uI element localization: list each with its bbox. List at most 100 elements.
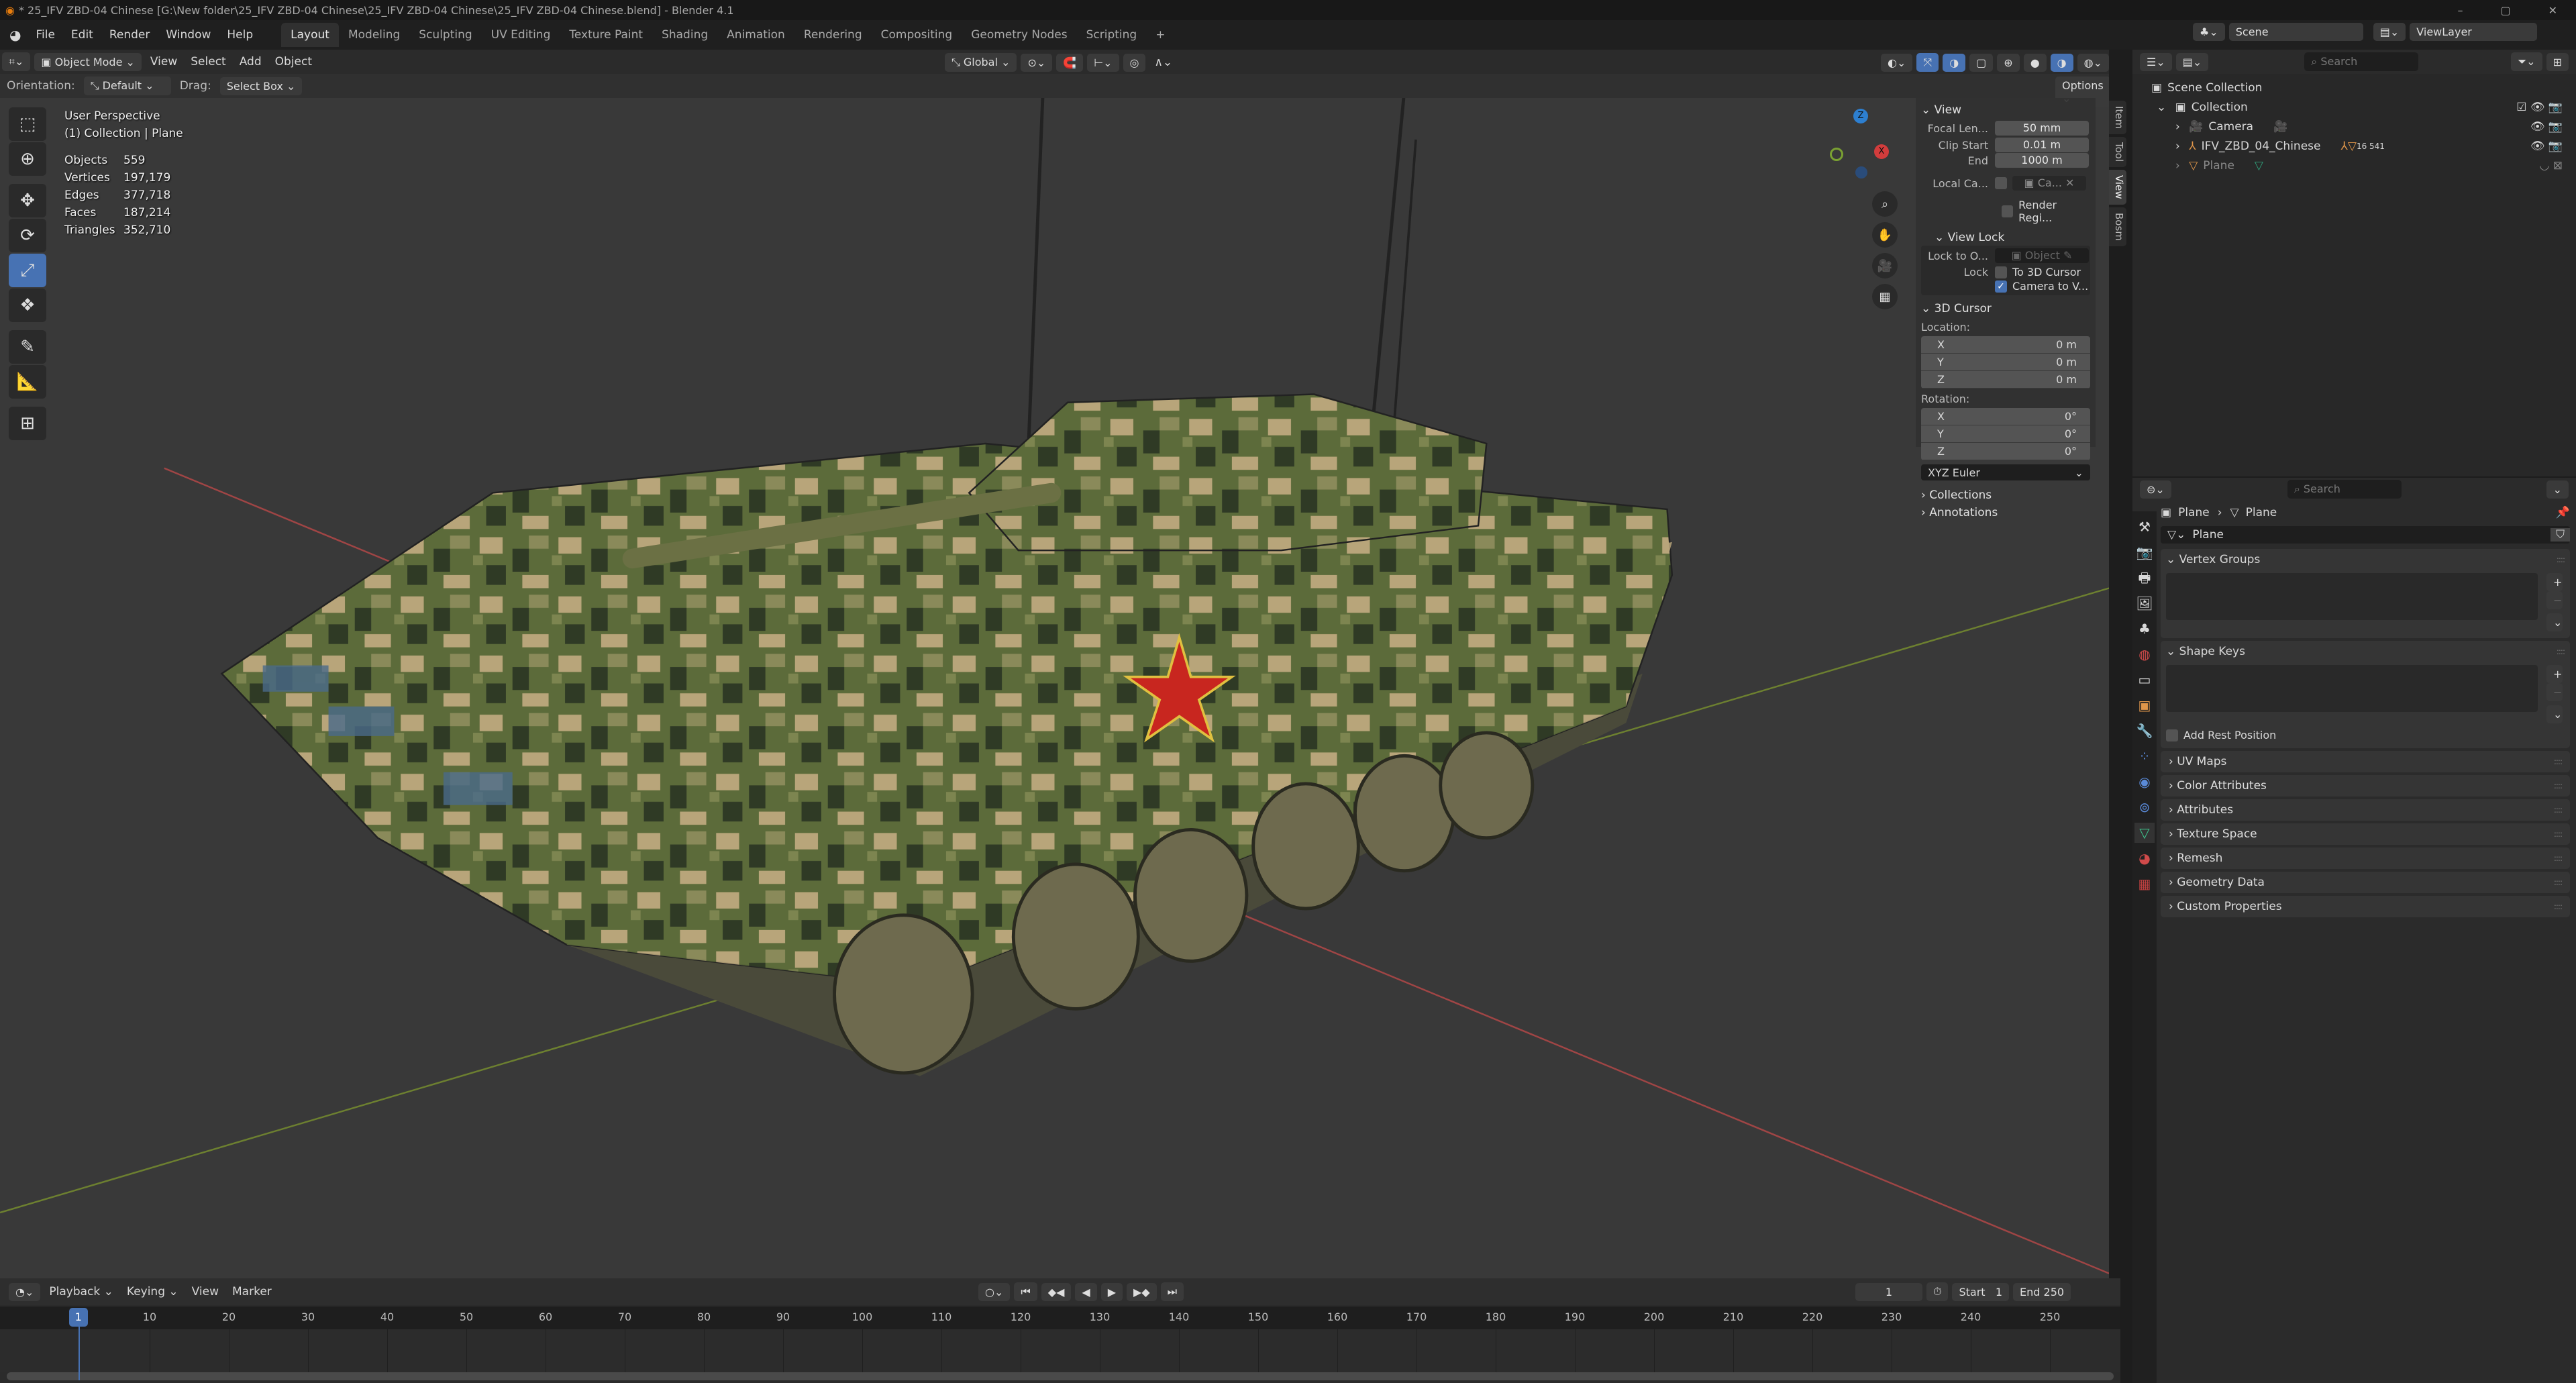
- location-z[interactable]: Z 0 m: [1921, 371, 2090, 389]
- menu-render[interactable]: Render: [101, 28, 158, 42]
- menu-edit[interactable]: Edit: [63, 28, 101, 42]
- gizmo-y[interactable]: [1830, 148, 1843, 161]
- tab-compositing[interactable]: Compositing: [872, 23, 962, 47]
- zoom-icon[interactable]: ⌕: [1872, 191, 1898, 217]
- material-tab-icon[interactable]: ◕: [2134, 848, 2155, 868]
- end-frame-field[interactable]: End 250: [2013, 1282, 2071, 1301]
- local-camera-checkbox[interactable]: [1995, 177, 2007, 189]
- play-reverse-button[interactable]: ◀: [1075, 1282, 1097, 1301]
- rotation-mode-dropdown[interactable]: XYZ Euler ⌄: [1921, 464, 2090, 480]
- cursor-tool[interactable]: ⊕: [9, 142, 46, 176]
- jump-start-button[interactable]: ⏮: [1014, 1282, 1037, 1301]
- texture-tab-icon[interactable]: ▦: [2134, 874, 2155, 894]
- constraints-tab-icon[interactable]: ⊚: [2134, 797, 2155, 817]
- menu-playback[interactable]: Playback ⌄: [42, 1285, 120, 1298]
- shape-keys-header[interactable]: ⌄ Shape Keys::::: [2166, 645, 2565, 658]
- gizmo-z[interactable]: Z: [1853, 109, 1868, 123]
- close-button[interactable]: ✕: [2530, 4, 2576, 17]
- tab-modeling[interactable]: Modeling: [339, 23, 409, 47]
- blender-menu-icon[interactable]: ◕: [0, 27, 28, 43]
- tab-rendering[interactable]: Rendering: [794, 23, 872, 47]
- vertex-groups-header[interactable]: ⌄ Vertex Groups::::: [2166, 553, 2565, 566]
- shape-key-menu-button[interactable]: ⌄: [2546, 705, 2563, 723]
- new-collection-icon[interactable]: ⊞: [2546, 52, 2569, 71]
- tab-item[interactable]: Item: [2109, 101, 2126, 135]
- panel-color-attributes[interactable]: › Color Attributes::::: [2161, 775, 2570, 797]
- tab-view[interactable]: View: [2109, 170, 2126, 205]
- editor-type-button[interactable]: ☰⌄: [2140, 52, 2172, 71]
- proportional-edit-toggle[interactable]: ◎: [1123, 53, 1146, 72]
- snap-toggle[interactable]: 🧲: [1056, 53, 1084, 72]
- panel-uv-maps[interactable]: › UV Maps::::: [2161, 751, 2570, 772]
- mesh-datablock-field[interactable]: ▽⌄ Plane ⛉: [2161, 526, 2570, 544]
- menu-view[interactable]: View: [144, 55, 184, 68]
- mode-dropdown[interactable]: ▣ Object Mode ⌄: [34, 52, 142, 71]
- rendered-shading[interactable]: ◍⌄: [2077, 53, 2109, 72]
- menu-add[interactable]: Add: [233, 55, 268, 68]
- properties-search[interactable]: ⌕ Search: [2287, 480, 2402, 499]
- scale-tool[interactable]: ⤢: [9, 254, 46, 287]
- add-cube-tool[interactable]: ⊞: [9, 407, 46, 440]
- menu-object[interactable]: Object: [268, 55, 319, 68]
- pivot-point-button[interactable]: ⊙⌄: [1021, 53, 1053, 72]
- menu-select[interactable]: Select: [184, 55, 232, 68]
- next-keyframe-button[interactable]: ▶◆: [1127, 1282, 1157, 1301]
- frame-ruler[interactable]: 10 20 30 40 50 60 70 80 90 100 110 120 130 140 150 160 1…: [0, 1307, 2120, 1329]
- add-shape-key-button[interactable]: +: [2546, 665, 2563, 683]
- scene-name[interactable]: Scene: [2228, 23, 2363, 41]
- editor-type-button[interactable]: ⊜⌄: [2140, 480, 2171, 499]
- tab-scripting[interactable]: Scripting: [1077, 23, 1147, 47]
- object-tab-icon[interactable]: ▣: [2134, 695, 2155, 715]
- jump-end-button[interactable]: ⏭: [1160, 1282, 1184, 1301]
- prev-keyframe-button[interactable]: ◆◀: [1041, 1282, 1072, 1301]
- vertex-groups-list[interactable]: [2166, 573, 2538, 620]
- gizmo-x[interactable]: X: [1874, 144, 1889, 159]
- collection-tab-icon[interactable]: ▭: [2134, 670, 2155, 690]
- tab-texture-paint[interactable]: Texture Paint: [560, 23, 652, 47]
- outliner-search[interactable]: ⌕ Search: [2304, 52, 2419, 71]
- camera-view-icon[interactable]: 🎥: [1872, 253, 1898, 278]
- scene-selector[interactable]: ♣⌄ Scene ▤⌄ ViewLayer: [2191, 23, 2539, 41]
- rotation-z[interactable]: Z 0°: [1921, 443, 2090, 460]
- tab-geometry-nodes[interactable]: Geometry Nodes: [962, 23, 1076, 47]
- tool-tab-icon[interactable]: ⚒: [2134, 517, 2155, 537]
- shape-keys-list[interactable]: [2166, 665, 2538, 712]
- panel-custom-properties[interactable]: › Custom Properties::::: [2161, 896, 2570, 917]
- start-frame-field[interactable]: Start 1: [1952, 1282, 2010, 1301]
- outliner-item-camera[interactable]: › 🎥 Camera 🎥 👁 📷: [2151, 117, 2576, 136]
- tab-layout[interactable]: Layout: [281, 23, 339, 47]
- panel-attributes[interactable]: › Attributes::::: [2161, 799, 2570, 821]
- outliner-item-plane[interactable]: › ▽ Plane ▽ ◡ ⊠: [2151, 156, 2576, 175]
- current-frame-field[interactable]: 1: [1855, 1282, 1922, 1301]
- outliner-scene-collection[interactable]: ▣ Scene Collection: [2151, 78, 2576, 97]
- panel-texture-space[interactable]: › Texture Space::::: [2161, 823, 2570, 845]
- tab-bosm[interactable]: Bosm: [2109, 207, 2126, 246]
- local-camera-field[interactable]: ▣ Ca... ✕: [2012, 176, 2086, 191]
- view-layer-name[interactable]: ViewLayer: [2410, 23, 2538, 41]
- modifier-tab-icon[interactable]: 🔧: [2134, 721, 2155, 741]
- gizmo-neg-z[interactable]: [1855, 166, 1867, 178]
- location-x[interactable]: X 0 m: [1921, 336, 2090, 354]
- drag-dropdown[interactable]: Select Box ⌄: [219, 76, 303, 95]
- scene-tab-icon[interactable]: ♣: [2134, 619, 2155, 639]
- panel-remesh[interactable]: › Remesh::::: [2161, 848, 2570, 869]
- tab-uv-editing[interactable]: UV Editing: [482, 23, 560, 47]
- menu-window[interactable]: Window: [158, 28, 219, 42]
- menu-keying[interactable]: Keying ⌄: [120, 1285, 185, 1298]
- timeline-tracks[interactable]: [0, 1329, 2120, 1372]
- move-tool[interactable]: ✥: [9, 184, 46, 217]
- pan-hand-icon[interactable]: ✋: [1872, 222, 1898, 248]
- select-box-tool[interactable]: ⬚: [9, 107, 46, 141]
- ortho-grid-icon[interactable]: ▦: [1872, 284, 1898, 309]
- camera-to-view-checkbox[interactable]: ✓: [1995, 280, 2007, 293]
- view-layer-tab-icon[interactable]: 🖼: [2134, 593, 2155, 613]
- rotation-y[interactable]: Y 0°: [1921, 425, 2090, 443]
- minimize-button[interactable]: –: [2438, 4, 2481, 17]
- outliner-collection[interactable]: ⌄ ▣ Collection ☑ 👁 📷: [2151, 97, 2576, 117]
- menu-marker[interactable]: Marker: [225, 1285, 278, 1298]
- filter-icon[interactable]: ⏷⌄: [2511, 52, 2542, 71]
- menu-help[interactable]: Help: [219, 28, 261, 42]
- display-mode-button[interactable]: ▤⌄: [2175, 52, 2209, 71]
- lock-to-object-field[interactable]: ▣ Object ✎: [1995, 248, 2089, 263]
- panel-geometry-data[interactable]: › Geometry Data::::: [2161, 872, 2570, 893]
